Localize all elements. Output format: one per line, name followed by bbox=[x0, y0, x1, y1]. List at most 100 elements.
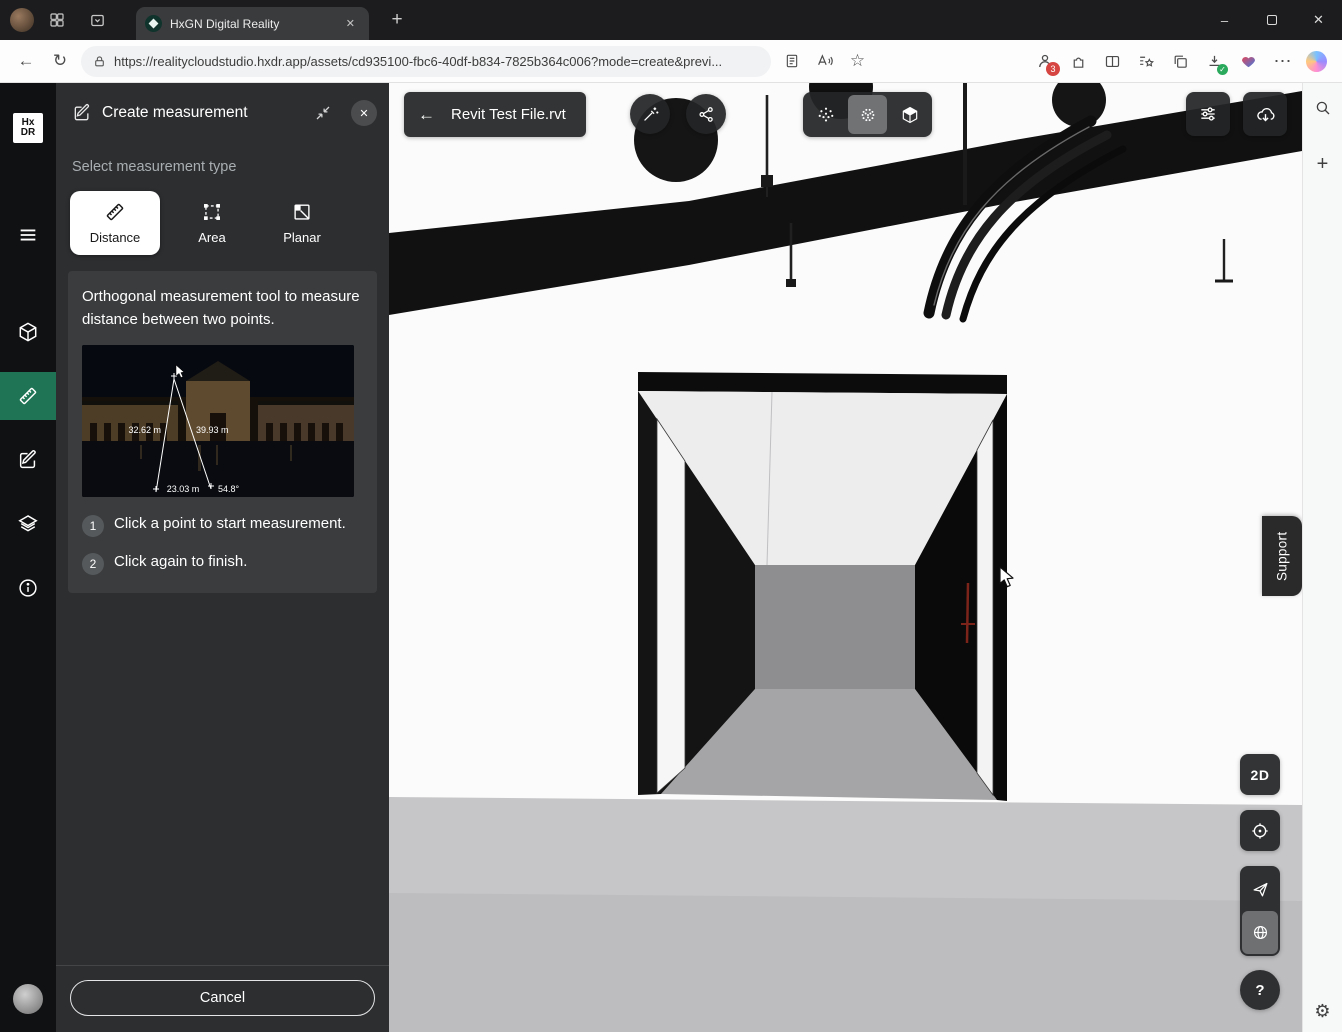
tool-preview-image: 32.62 m 39.93 m 23.03 m 54.8° bbox=[82, 345, 354, 497]
window-profile-avatar[interactable] bbox=[10, 8, 34, 32]
step-2-badge: 2 bbox=[82, 553, 104, 575]
panel-footer: Cancel bbox=[56, 965, 389, 1032]
type-distance-label: Distance bbox=[90, 230, 141, 245]
browser-tab[interactable]: HxGN Digital Reality ✕ bbox=[136, 7, 369, 40]
profile-notification-icon[interactable]: 3 bbox=[1029, 46, 1060, 77]
back-icon[interactable]: ← bbox=[10, 45, 42, 77]
app-content: Hx DR Create measurement bbox=[0, 83, 1342, 1032]
tab-actions-icon[interactable] bbox=[80, 3, 114, 37]
favorites-bar-icon[interactable] bbox=[1131, 46, 1162, 77]
preview-measure-3: 23.03 m bbox=[167, 484, 200, 494]
panel-title: Create measurement bbox=[102, 104, 299, 122]
preview-measure-2: 39.93 m bbox=[196, 425, 229, 435]
reading-view-icon[interactable] bbox=[776, 46, 807, 77]
tab-favicon bbox=[145, 15, 162, 32]
window-minimize-button[interactable]: – bbox=[1201, 0, 1248, 40]
planar-icon bbox=[291, 201, 313, 223]
3d-scene[interactable] bbox=[389, 83, 1302, 1032]
search-icon[interactable] bbox=[1310, 95, 1336, 121]
magic-wand-button[interactable] bbox=[630, 94, 670, 134]
hamburger-menu-icon[interactable] bbox=[0, 211, 56, 259]
type-area-button[interactable]: Area bbox=[174, 191, 250, 255]
browser-addressbar: ← ↻ https://realitycloudstudio.hxdr.app/… bbox=[0, 40, 1342, 83]
sidebar-item-measure[interactable] bbox=[0, 372, 56, 420]
type-planar-label: Planar bbox=[283, 230, 321, 245]
sidebar-item-models[interactable] bbox=[0, 308, 56, 356]
collapse-panel-icon[interactable] bbox=[309, 99, 337, 127]
cancel-button[interactable]: Cancel bbox=[70, 980, 375, 1016]
refresh-icon[interactable]: ↻ bbox=[44, 45, 76, 77]
logo-line2: DR bbox=[21, 128, 35, 139]
sidebar-item-info[interactable] bbox=[0, 564, 56, 612]
distance-ruler-icon bbox=[104, 201, 126, 223]
view-settings-button[interactable] bbox=[1186, 92, 1230, 136]
dense-cloud-mode-icon[interactable] bbox=[848, 95, 887, 134]
preview-measure-4: 54.8° bbox=[218, 484, 240, 494]
read-aloud-icon[interactable] bbox=[809, 46, 840, 77]
type-area-label: Area bbox=[198, 230, 225, 245]
section-label: Select measurement type bbox=[72, 159, 389, 175]
window-maximize-button[interactable] bbox=[1248, 0, 1295, 40]
download-complete-check-icon: ✓ bbox=[1217, 64, 1228, 75]
panel-header: Create measurement ✕ bbox=[56, 89, 389, 137]
step-1-badge: 1 bbox=[82, 515, 104, 537]
download-cloud-button[interactable] bbox=[1243, 92, 1287, 136]
sidebar-settings-gear-icon[interactable]: ⚙ bbox=[1310, 998, 1336, 1024]
window-close-button[interactable]: ✕ bbox=[1295, 0, 1342, 40]
extensions-icon[interactable] bbox=[1063, 46, 1094, 77]
measurement-type-row: Distance Area Planar bbox=[70, 191, 389, 255]
locate-button[interactable] bbox=[1240, 810, 1280, 851]
tool-info-card: Orthogonal measurement tool to measure d… bbox=[68, 271, 377, 593]
viewport: ← Revit Test File.rvt Support bbox=[389, 83, 1302, 1032]
orbit-mode-icon[interactable] bbox=[1242, 911, 1278, 954]
browser-titlebar: HxGN Digital Reality ✕ + – ✕ bbox=[0, 0, 1342, 40]
type-distance-button[interactable]: Distance bbox=[70, 191, 160, 255]
type-planar-button[interactable]: Planar bbox=[264, 191, 340, 255]
scene-corridor bbox=[638, 372, 1007, 801]
support-tab[interactable]: Support bbox=[1262, 516, 1302, 596]
measure-edit-icon bbox=[72, 103, 92, 123]
area-icon bbox=[201, 201, 223, 223]
split-screen-icon[interactable] bbox=[1097, 46, 1128, 77]
preview-measure-1: 32.62 m bbox=[128, 425, 161, 435]
steps-list: 1 Click a point to start measurement. 2 … bbox=[82, 513, 363, 575]
add-sidebar-item-icon[interactable]: + bbox=[1310, 151, 1336, 177]
create-measurement-panel: Create measurement ✕ Select measurement … bbox=[56, 83, 389, 1032]
tool-description: Orthogonal measurement tool to measure d… bbox=[82, 285, 363, 332]
tab-close-icon[interactable]: ✕ bbox=[341, 15, 360, 32]
step-1-text: Click a point to start measurement. bbox=[114, 513, 346, 535]
downloads-icon[interactable]: ✓ bbox=[1199, 46, 1230, 77]
share-button[interactable] bbox=[686, 94, 726, 134]
hxdr-logo[interactable]: Hx DR bbox=[13, 113, 43, 143]
step-2-text: Click again to finish. bbox=[114, 551, 247, 573]
preview-illustration: 32.62 m 39.93 m 23.03 m 54.8° bbox=[82, 345, 354, 497]
close-panel-button[interactable]: ✕ bbox=[351, 100, 377, 126]
browser-side-rail: + ⚙ bbox=[1302, 83, 1342, 1032]
asset-file-pill[interactable]: ← Revit Test File.rvt bbox=[404, 92, 586, 137]
new-tab-button[interactable]: + bbox=[383, 9, 411, 31]
settings-more-icon[interactable]: ⋯ bbox=[1267, 46, 1298, 77]
collections-icon[interactable] bbox=[1165, 46, 1196, 77]
browser-essentials-icon[interactable] bbox=[1233, 46, 1264, 77]
copilot-icon[interactable] bbox=[1301, 46, 1332, 77]
notification-badge: 3 bbox=[1046, 62, 1060, 76]
user-avatar[interactable] bbox=[13, 984, 43, 1014]
help-button[interactable]: ? bbox=[1240, 970, 1280, 1010]
sidebar-item-layers[interactable] bbox=[0, 500, 56, 548]
favorite-star-icon[interactable]: ☆ bbox=[842, 46, 873, 77]
tab-title: HxGN Digital Reality bbox=[170, 17, 333, 31]
app-sidebar: Hx DR bbox=[0, 83, 56, 1032]
lock-icon bbox=[93, 55, 106, 68]
mesh-mode-icon[interactable] bbox=[890, 95, 929, 134]
workspaces-icon[interactable] bbox=[40, 3, 74, 37]
step-item-1: 1 Click a point to start measurement. bbox=[82, 513, 363, 537]
2d-mode-button[interactable]: 2D bbox=[1240, 754, 1280, 795]
sidebar-item-annotate[interactable] bbox=[0, 436, 56, 484]
back-arrow-icon[interactable]: ← bbox=[418, 105, 435, 125]
render-mode-toggle bbox=[803, 92, 932, 137]
addressbar-actions: 3 ✓ ⋯ bbox=[1029, 46, 1332, 77]
fly-mode-icon[interactable] bbox=[1242, 868, 1278, 911]
url-input[interactable]: https://realitycloudstudio.hxdr.app/asse… bbox=[81, 46, 771, 77]
point-cloud-mode-icon[interactable] bbox=[806, 95, 845, 134]
asset-file-name: Revit Test File.rvt bbox=[451, 106, 566, 123]
